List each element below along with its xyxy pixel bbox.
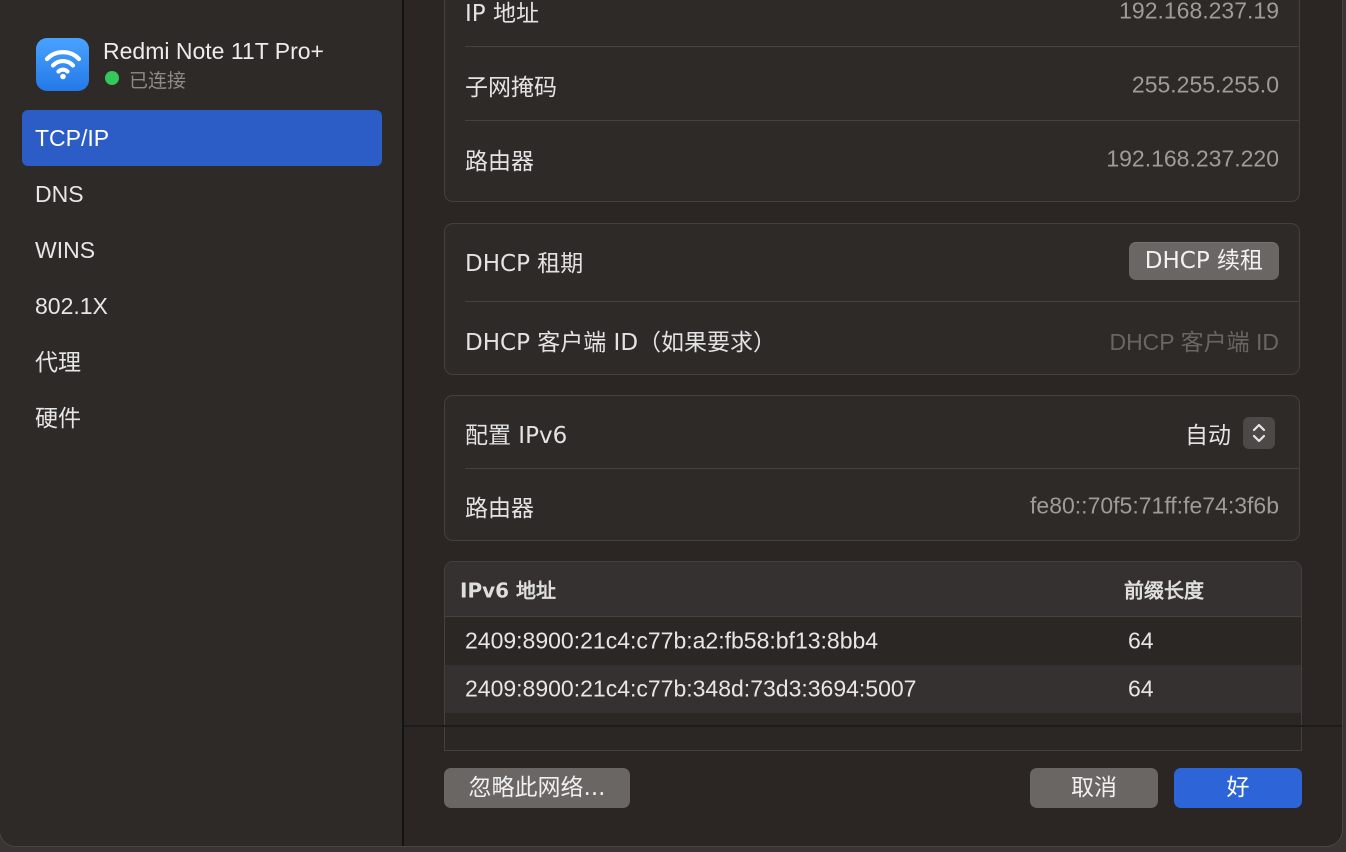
ipv4-group: IP 地址 192.168.237.19 子网掩码 255.255.255.0 … [444,0,1300,202]
ip-address-row: IP 地址 192.168.237.19 [465,0,1279,48]
sidebar-item-proxy[interactable]: 代理 [22,334,382,390]
divider [465,120,1299,121]
table-row[interactable]: 2409:8900:21c4:c77b:348d:73d3:3694:5007 … [445,665,1301,713]
chevron-updown-icon[interactable] [1243,417,1275,449]
ignore-network-button[interactable]: 忽略此网络... [444,768,630,808]
ipv6-address-cell: 2409:8900:21c4:c77b:348d:73d3:3694:5007 [465,675,917,702]
dhcp-client-id-input[interactable]: DHCP 客户端 ID [1109,323,1279,357]
ipv6-group: 配置 IPv6 自动 路由器 fe80::70f5:71ff:fe74:3f6b [444,395,1300,541]
sidebar-item-wins[interactable]: WINS [22,222,382,278]
connected-status-dot [105,71,119,85]
subnet-mask-row: 子网掩码 255.255.255.0 [465,48,1279,122]
configure-ipv6-select[interactable]: 自动 [1185,416,1231,450]
cancel-button[interactable]: 取消 [1030,768,1158,808]
prefix-length-cell: 64 [1128,675,1154,702]
prefix-length-cell: 64 [1128,627,1154,654]
footer-divider [404,725,1342,727]
wifi-icon [36,38,89,91]
ipv6-router-row: 路由器 fe80::70f5:71ff:fe74:3f6b [465,469,1279,543]
sidebar-item-hardware[interactable]: 硬件 [22,390,382,446]
network-name: Redmi Note 11T Pro+ [103,38,324,64]
configure-ipv6-row: 配置 IPv6 自动 [465,396,1279,470]
ip-address-value: 192.168.237.19 [1119,0,1279,24]
ipv6-router-value: fe80::70f5:71ff:fe74:3f6b [1030,492,1279,519]
dhcp-lease-label: DHCP 租期 [465,251,584,277]
table-header: IPv6 地址 前缀长度 [445,562,1301,617]
sidebar-item-tcpip[interactable]: TCP/IP [22,110,382,166]
configure-ipv6-label: 配置 IPv6 [465,423,568,449]
subnet-mask-label: 子网掩码 [465,75,557,101]
ok-button[interactable]: 好 [1174,768,1302,808]
network-details-sheet: Redmi Note 11T Pro+ 已连接 TCP/IP DNS WINS … [0,0,1342,846]
ipv6-router-label: 路由器 [465,496,534,522]
subnet-mask-value: 255.255.255.0 [1131,71,1279,98]
table-row[interactable]: 2409:8900:21c4:c77b:a2:fb58:bf13:8bb4 64 [445,617,1301,665]
column-header-prefix[interactable]: 前缀长度 [1124,575,1204,604]
router-value: 192.168.237.220 [1106,145,1279,172]
column-header-address[interactable]: IPv6 地址 [460,575,556,604]
dhcp-client-id-row: DHCP 客户端 ID（如果要求） DHCP 客户端 ID [465,303,1279,377]
sidebar-item-8021x[interactable]: 802.1X [22,278,382,334]
dhcp-group: DHCP 租期 DHCP 续租 DHCP 客户端 ID（如果要求） DHCP 客… [444,223,1300,375]
connection-status: 已连接 [129,70,187,92]
network-header: Redmi Note 11T Pro+ 已连接 [36,36,396,96]
ipv6-address-table: IPv6 地址 前缀长度 2409:8900:21c4:c77b:a2:fb58… [444,561,1302,751]
ipv6-address-cell: 2409:8900:21c4:c77b:a2:fb58:bf13:8bb4 [465,627,879,654]
divider [465,301,1299,302]
main-panel: IP 地址 192.168.237.19 子网掩码 255.255.255.0 … [404,0,1342,846]
router-label: 路由器 [465,149,534,175]
ip-address-label: IP 地址 [465,1,539,27]
renew-dhcp-button[interactable]: DHCP 续租 [1128,242,1279,280]
sidebar: Redmi Note 11T Pro+ 已连接 TCP/IP DNS WINS … [0,0,404,846]
dhcp-client-id-label: DHCP 客户端 ID（如果要求） [465,330,777,356]
router-row: 路由器 192.168.237.220 [465,122,1279,196]
divider [465,46,1299,47]
dhcp-lease-row: DHCP 租期 DHCP 续租 [465,224,1279,298]
sidebar-item-dns[interactable]: DNS [22,166,382,222]
